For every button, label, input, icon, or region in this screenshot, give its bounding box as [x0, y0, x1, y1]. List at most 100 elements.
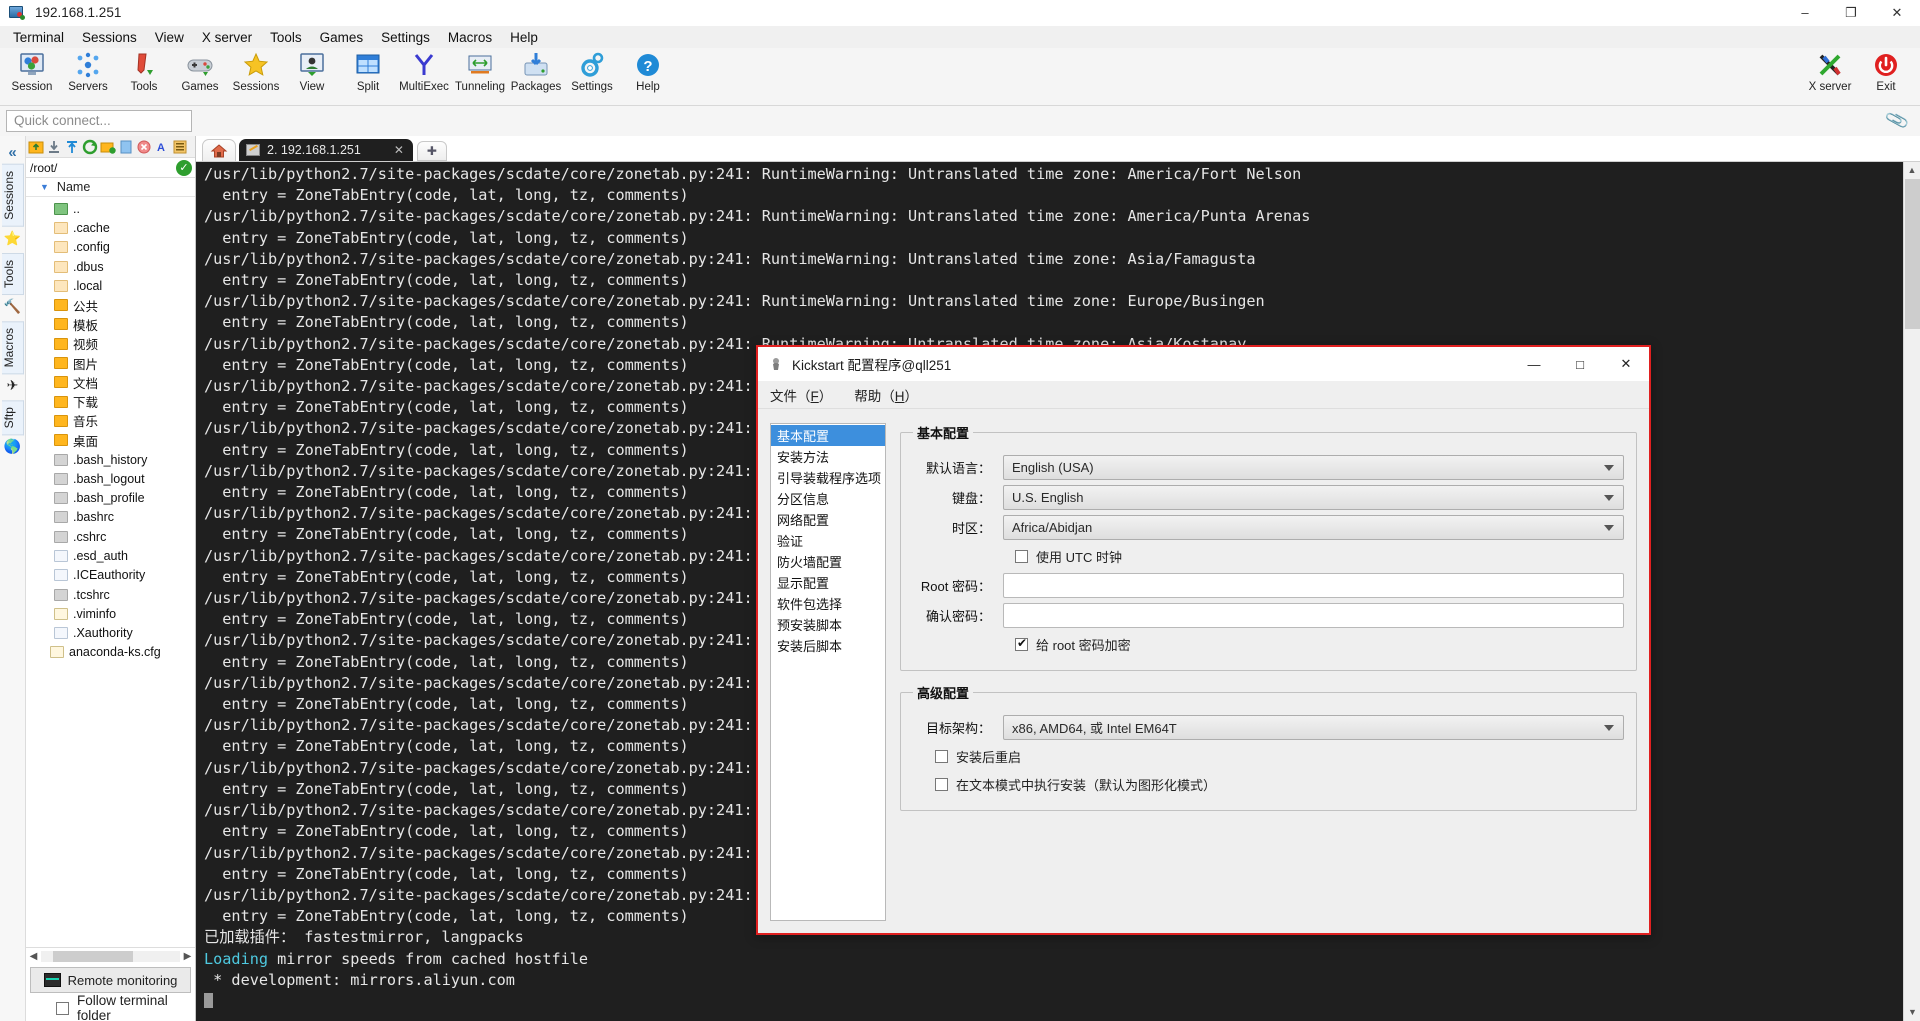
toolbar-exit[interactable]: Exit — [1858, 48, 1914, 93]
menu-settings[interactable]: Settings — [372, 28, 439, 47]
list-item: .bash_history — [26, 450, 195, 469]
paperclip-icon[interactable]: 📎 — [1884, 108, 1911, 134]
menu-sessions[interactable]: Sessions — [73, 28, 146, 47]
ribbon-tab-sessions[interactable]: Sessions — [1, 164, 24, 227]
plane-icon[interactable]: ✈ — [7, 377, 19, 394]
collapse-sidebar-icon[interactable]: « — [8, 144, 16, 161]
text-icon[interactable]: A — [154, 139, 170, 155]
toolbar-view[interactable]: View — [284, 48, 340, 93]
scroll-up-icon[interactable]: ▲ — [1904, 162, 1920, 179]
language-select[interactable]: English (USA) — [1003, 454, 1624, 480]
confirm-password-input[interactable] — [1003, 602, 1624, 628]
follow-terminal-folder-checkbox[interactable] — [56, 1001, 69, 1015]
ribbon-tab-tools[interactable]: Tools — [1, 252, 24, 295]
architecture-select[interactable]: x86, AMD64, 或 Intel EM64T — [1003, 714, 1624, 740]
sftp-horizontal-scrollbar[interactable]: ◀ ▶ — [26, 948, 195, 965]
scroll-right-icon[interactable]: ▶ — [180, 951, 195, 962]
new-tab-button[interactable]: ✚ — [416, 141, 447, 161]
scroll-thumb[interactable] — [53, 951, 133, 962]
toolbar-games[interactable]: Games — [172, 48, 228, 93]
list-icon[interactable] — [172, 139, 188, 155]
toolbar-packages[interactable]: Packages — [508, 48, 564, 93]
follow-terminal-folder-row[interactable]: Follow terminal folder — [26, 993, 195, 1021]
home-tab-button[interactable] — [202, 139, 236, 161]
toolbar-tools[interactable]: Tools — [116, 48, 172, 93]
script-file-icon — [54, 588, 68, 601]
globe-icon[interactable]: 🌎 — [4, 438, 21, 455]
sftp-file-tree[interactable]: .. .cache .config .dbus .local 公共 模板 视频 … — [26, 197, 195, 947]
menu-macros[interactable]: Macros — [439, 28, 501, 47]
dialog-minimize-button[interactable]: — — [1511, 347, 1557, 381]
nav-item-display-config[interactable]: 显示配置 — [771, 572, 885, 593]
toolbar-sessions[interactable]: Sessions — [228, 48, 284, 93]
encrypt-password-checkbox[interactable] — [1015, 636, 1028, 651]
nav-item-bootloader-options[interactable]: 引导装载程序选项 — [771, 467, 885, 488]
nav-item-authentication[interactable]: 验证 — [771, 530, 885, 551]
dialog-nav-list[interactable]: 基本配置 安装方法 引导装载程序选项 分区信息 网络配置 验证 防火墙配置 显示… — [770, 423, 886, 921]
sort-caret-icon[interactable]: ▼ — [40, 182, 49, 192]
scroll-left-icon[interactable]: ◀ — [26, 951, 41, 962]
minimize-button[interactable]: – — [1782, 0, 1828, 26]
nav-item-firewall-config[interactable]: 防火墙配置 — [771, 551, 885, 572]
toolbar-servers[interactable]: Servers — [60, 48, 116, 93]
tools-icon — [129, 50, 159, 80]
nav-item-install-method[interactable]: 安装方法 — [771, 446, 885, 467]
scroll-down-icon[interactable]: ▼ — [1904, 1004, 1920, 1021]
reboot-after-install-checkbox[interactable] — [935, 749, 948, 763]
toolbar-help[interactable]: ? Help — [620, 48, 676, 93]
menu-view[interactable]: View — [146, 28, 193, 47]
dialog-menu-help[interactable]: 帮助（H） — [854, 385, 918, 405]
nav-item-partition-info[interactable]: 分区信息 — [771, 488, 885, 509]
new-file-icon[interactable] — [118, 139, 134, 155]
menu-terminal[interactable]: Terminal — [4, 28, 73, 47]
reboot-after-install-row[interactable]: 安装后重启 — [913, 742, 1624, 770]
toolbar-session[interactable]: Session — [4, 48, 60, 93]
close-button[interactable]: ✕ — [1874, 0, 1920, 26]
dialog-menu-file[interactable]: 文件（F） — [770, 385, 832, 405]
text-mode-install-checkbox[interactable] — [935, 777, 948, 791]
column-header-name[interactable]: Name — [57, 180, 90, 194]
menu-games[interactable]: Games — [311, 28, 373, 47]
utc-clock-checkbox[interactable] — [1015, 549, 1028, 563]
dialog-maximize-button[interactable]: □ — [1557, 347, 1603, 381]
keyboard-select[interactable]: U.S. English — [1003, 484, 1624, 510]
close-icon[interactable]: ✕ — [394, 143, 404, 157]
refresh-icon[interactable] — [82, 139, 98, 155]
scroll-track[interactable] — [41, 951, 180, 962]
toolbar-split[interactable]: Split — [340, 48, 396, 93]
scroll-thumb[interactable] — [1905, 179, 1920, 329]
terminal-vertical-scrollbar[interactable]: ▲ ▼ — [1903, 162, 1920, 1021]
dialog-close-button[interactable]: ✕ — [1603, 347, 1649, 381]
quick-connect-input[interactable]: Quick connect... — [6, 110, 192, 132]
new-folder-icon[interactable] — [100, 139, 116, 155]
delete-icon[interactable] — [136, 139, 152, 155]
toolbar-multiexec[interactable]: MultiExec — [396, 48, 452, 93]
encrypt-password-row[interactable]: 给 root 密码加密 — [913, 630, 1624, 658]
ribbon-tab-sftp[interactable]: Sftp — [1, 400, 24, 436]
menu-x-server[interactable]: X server — [193, 28, 261, 47]
maximize-button[interactable]: ❐ — [1828, 0, 1874, 26]
nav-item-network-config[interactable]: 网络配置 — [771, 509, 885, 530]
download-icon[interactable] — [46, 139, 62, 155]
nav-item-post-install-script[interactable]: 安装后脚本 — [771, 635, 885, 656]
parent-folder-icon[interactable] — [28, 139, 44, 155]
star-icon[interactable]: ⭐ — [4, 230, 21, 247]
root-password-input[interactable] — [1003, 572, 1624, 598]
nav-item-package-selection[interactable]: 软件包选择 — [771, 593, 885, 614]
toolbar-x-server[interactable]: X server — [1802, 48, 1858, 93]
ribbon-tab-macros[interactable]: Macros — [1, 320, 24, 375]
remote-monitoring-button[interactable]: Remote monitoring — [30, 967, 191, 993]
nav-item-pre-install-script[interactable]: 预安装脚本 — [771, 614, 885, 635]
menu-help[interactable]: Help — [501, 28, 547, 47]
sftp-path-input[interactable]: /root/ — [26, 161, 176, 175]
terminal-tab[interactable]: 2. 192.168.1.251 ✕ — [239, 139, 413, 161]
nav-item-basic-config[interactable]: 基本配置 — [771, 425, 885, 446]
utc-clock-row[interactable]: 使用 UTC 时钟 — [913, 542, 1624, 570]
toolbar-tunneling[interactable]: Tunneling — [452, 48, 508, 93]
upload-icon[interactable] — [64, 139, 80, 155]
knife-icon[interactable]: 🔨 — [4, 298, 21, 315]
menu-tools[interactable]: Tools — [261, 28, 311, 47]
timezone-select[interactable]: Africa/Abidjan — [1003, 514, 1624, 540]
text-mode-install-row[interactable]: 在文本模式中执行安装（默认为图形化模式） — [913, 770, 1624, 798]
toolbar-settings[interactable]: Settings — [564, 48, 620, 93]
